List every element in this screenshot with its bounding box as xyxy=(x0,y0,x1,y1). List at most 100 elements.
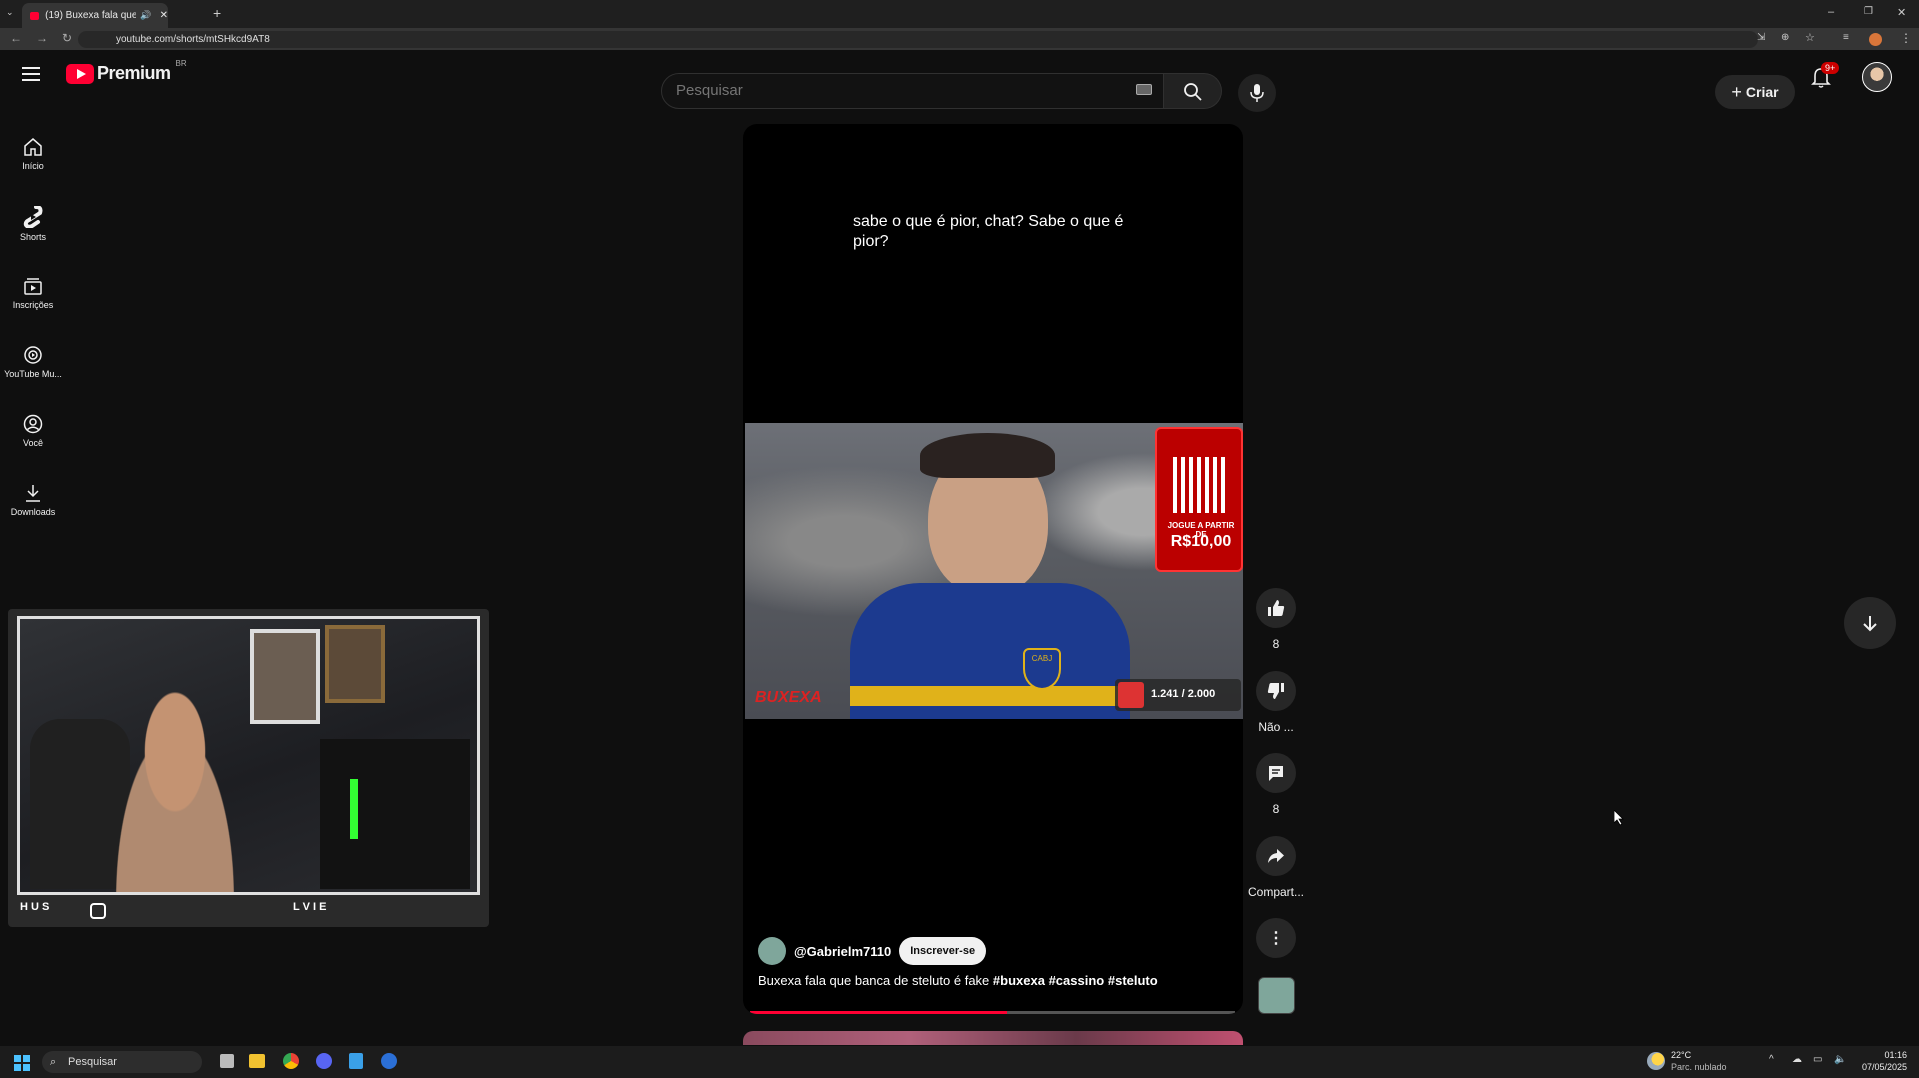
tab-list-icon[interactable]: ⌄ xyxy=(6,7,14,18)
hashtag-link[interactable]: #buxexa xyxy=(993,973,1045,988)
comment-icon xyxy=(1269,766,1283,781)
close-window-button[interactable]: ✕ xyxy=(1897,6,1906,19)
webcam-label: L V I E xyxy=(293,901,327,913)
more-options-button[interactable]: ⋮ xyxy=(1256,918,1296,958)
search-icon: ⌕ xyxy=(50,1056,57,1068)
sound-thumbnail[interactable] xyxy=(1258,977,1295,1014)
streamer-hair xyxy=(920,433,1055,478)
browser-tab[interactable]: (19) Buxexa fala que banca 🔊 ✕ xyxy=(22,3,168,28)
account-avatar[interactable] xyxy=(1862,62,1892,92)
subscribe-button[interactable]: Inscrever-se xyxy=(899,937,987,965)
keyboard-icon[interactable] xyxy=(1136,84,1152,95)
thumbs-up-icon xyxy=(1118,682,1144,708)
comments-button[interactable] xyxy=(1256,753,1296,793)
share-icon xyxy=(1268,849,1284,863)
search-button[interactable] xyxy=(1164,73,1222,109)
hashtag-link[interactable]: #steluto xyxy=(1108,973,1158,988)
channel-name[interactable]: @Gabrielm7110 xyxy=(794,944,891,959)
network-icon[interactable]: ☁ xyxy=(1792,1054,1802,1065)
jersey-stripe xyxy=(850,686,1130,706)
bookmark-star-icon[interactable]: ☆ xyxy=(1805,31,1815,44)
voice-search-button[interactable] xyxy=(1238,74,1276,112)
chrome-icon[interactable] xyxy=(283,1053,299,1069)
app-icon[interactable] xyxy=(349,1053,363,1069)
notifications-button[interactable]: 9+ xyxy=(1811,62,1840,89)
forward-icon[interactable]: → xyxy=(36,31,48,45)
install-icon[interactable]: ⇲ xyxy=(1757,32,1765,43)
rgb-light xyxy=(350,779,358,839)
sidebar-item-label: Inscrições xyxy=(12,300,54,310)
streamer-person xyxy=(100,689,250,892)
taskbar-search-label: Pesquisar xyxy=(68,1056,117,1068)
shorts-player[interactable]: sabe o que é pior, chat? Sabe o que é pi… xyxy=(743,124,1243,1014)
hashtag-link[interactable]: #cassino xyxy=(1049,973,1105,988)
browser-tab-bar: ⌄ (19) Buxexa fala que banca 🔊 ✕ + – ❐ ✕ xyxy=(0,0,1919,28)
file-explorer-icon[interactable] xyxy=(249,1054,265,1068)
download-icon xyxy=(26,485,40,502)
youtube-favicon-icon xyxy=(30,11,40,20)
browser-menu-icon[interactable]: ⋮ xyxy=(1900,31,1912,45)
volume-icon[interactable]: 🔈 xyxy=(1834,1054,1846,1065)
profile-avatar[interactable] xyxy=(1869,33,1882,46)
pc-setup xyxy=(320,739,470,889)
new-tab-button[interactable]: + xyxy=(213,5,221,21)
sidebar-item-label: Início xyxy=(22,161,44,171)
weather-icon[interactable] xyxy=(1647,1052,1665,1070)
dislike-button[interactable] xyxy=(1256,671,1296,711)
tray-chevron-icon[interactable]: ^ xyxy=(1769,1054,1774,1065)
mouse-cursor-icon xyxy=(1614,810,1624,826)
taskbar-search[interactable]: ⌕ Pesquisar xyxy=(42,1051,202,1073)
short-title[interactable]: Buxexa fala que banca de steluto é fake … xyxy=(758,973,1158,988)
create-label: Criar xyxy=(1745,84,1779,100)
windows-start-icon[interactable] xyxy=(14,1055,30,1071)
youtube-logo[interactable]: Premium BR xyxy=(66,59,187,84)
next-short-button[interactable] xyxy=(1844,597,1896,649)
sidebar-item-youtube-music[interactable]: YouTube Mu... xyxy=(0,345,66,379)
webcam-video xyxy=(17,616,480,895)
monitor-icon[interactable]: ▭ xyxy=(1813,1054,1822,1065)
task-view-icon[interactable] xyxy=(220,1054,234,1068)
hamburger-menu-icon[interactable] xyxy=(22,67,40,81)
zoom-icon[interactable]: ⊕ xyxy=(1781,32,1789,43)
youtube-header: Premium BR + Criar 9+ xyxy=(0,50,1919,112)
qr-code xyxy=(1173,457,1229,513)
share-button[interactable] xyxy=(1256,836,1296,876)
restore-button[interactable]: ❐ xyxy=(1864,6,1873,17)
instagram-icon xyxy=(90,903,106,919)
audio-icon[interactable]: 🔊 xyxy=(140,10,151,21)
sidebar-item-label: Você xyxy=(22,438,44,448)
progress-fill xyxy=(750,1011,1008,1014)
url-field[interactable]: youtube.com/shorts/mtSHkcd9AT8 xyxy=(78,31,1758,48)
like-count: 8 xyxy=(1272,637,1280,651)
search-input[interactable] xyxy=(676,74,875,108)
channel-avatar[interactable] xyxy=(758,937,786,965)
webcam-overlay: H U S L V I E xyxy=(8,609,489,927)
clock-time[interactable]: 01:16 xyxy=(1857,1050,1907,1060)
home-icon xyxy=(24,138,42,156)
minimize-button[interactable]: – xyxy=(1828,6,1834,18)
search-box[interactable] xyxy=(661,73,1164,109)
back-icon[interactable]: ← xyxy=(10,31,22,45)
sidebar-item-shorts[interactable]: Shorts xyxy=(0,206,66,242)
like-button[interactable] xyxy=(1256,588,1296,628)
progress-bar[interactable] xyxy=(750,1011,1235,1014)
reload-icon[interactable]: ↻ xyxy=(62,31,72,45)
video-caption: sabe o que é pior, chat? Sabe o que é pi… xyxy=(853,213,1124,250)
video-frame[interactable]: CABJ JOGUE A PARTIR DE R$10,00 BUXEXA 1.… xyxy=(745,423,1243,719)
likes-goal-widget: 1.241 / 2.000 xyxy=(1115,679,1241,711)
next-short-preview[interactable] xyxy=(743,1031,1243,1045)
create-button[interactable]: + Criar xyxy=(1715,75,1795,109)
discord-icon[interactable] xyxy=(316,1053,332,1069)
tab-title: (19) Buxexa fala que banca xyxy=(45,10,137,21)
short-title-text: Buxexa fala que banca de steluto é fake xyxy=(758,973,990,988)
app-icon[interactable] xyxy=(381,1053,397,1069)
clock-date[interactable]: 07/05/2025 xyxy=(1849,1062,1907,1072)
media-control-icon[interactable]: ≡ xyxy=(1843,32,1849,43)
tab-close-icon[interactable]: ✕ xyxy=(160,10,168,21)
sidebar-item-home[interactable]: Início xyxy=(0,137,66,171)
sidebar-item-subscriptions[interactable]: Inscrições xyxy=(0,276,66,310)
sidebar-item-downloads[interactable]: Downloads xyxy=(0,483,66,517)
temperature: 22°C xyxy=(1671,1050,1692,1060)
subscriptions-icon xyxy=(24,278,42,295)
sidebar-item-you[interactable]: Você xyxy=(0,414,66,448)
